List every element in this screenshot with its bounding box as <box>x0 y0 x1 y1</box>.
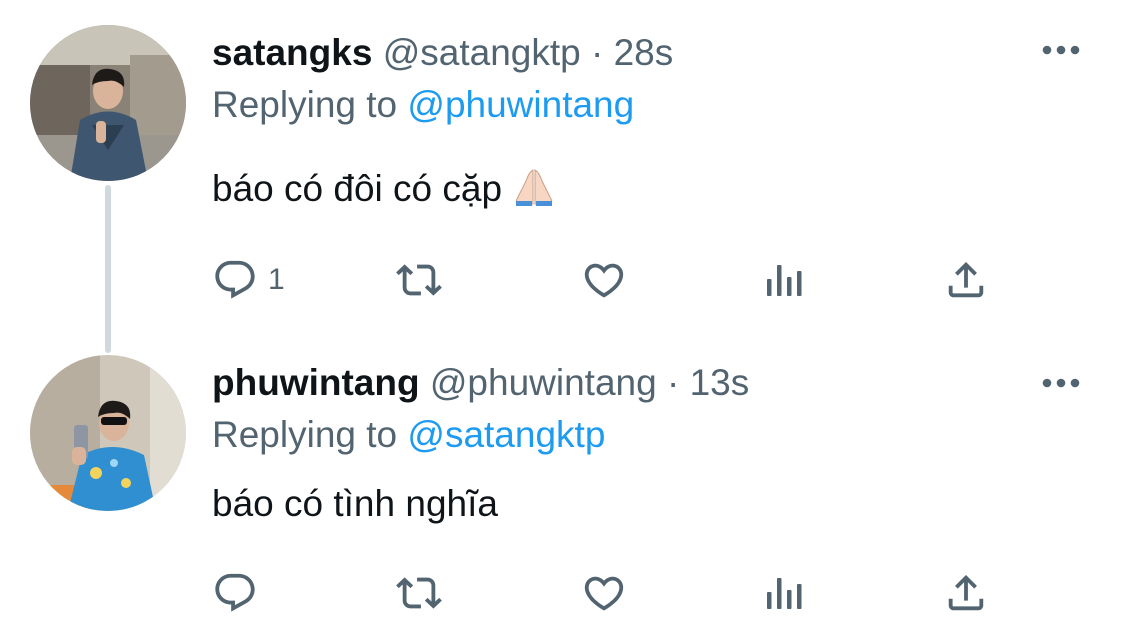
display-name[interactable]: satangks <box>212 32 372 73</box>
replying-to-mention[interactable]: @satangktp <box>407 414 605 455</box>
like-icon <box>584 576 624 611</box>
tweet-text: báo có đôi có cặp <box>212 164 556 220</box>
folded-hands-emoji <box>512 167 556 220</box>
timestamp[interactable]: 13s <box>690 362 750 403</box>
reply-icon <box>215 573 255 612</box>
action-bar <box>0 563 1125 623</box>
tweet-text-content: báo có tình nghĩa <box>212 483 498 524</box>
replying-to-mention[interactable]: @phuwintang <box>407 84 634 125</box>
reply-icon <box>215 260 255 299</box>
display-name[interactable]: phuwintang <box>212 362 420 403</box>
reply-button[interactable]: 1 <box>212 250 285 310</box>
share-icon <box>948 261 984 298</box>
tweet[interactable]: phuwintang @phuwintang · 13s Replying to… <box>0 345 1125 636</box>
like-icon <box>584 263 624 298</box>
avatar[interactable] <box>30 25 186 181</box>
reply-button[interactable] <box>212 563 268 623</box>
share-icon <box>948 574 984 611</box>
tweet[interactable]: satangks @satangktp · 28s Replying to @p… <box>0 0 1125 353</box>
retweet-button[interactable] <box>390 250 448 310</box>
user-handle[interactable]: @satangktp <box>383 32 581 73</box>
avatar[interactable] <box>30 355 186 511</box>
like-button[interactable] <box>580 250 628 310</box>
separator-dot: · <box>591 32 604 73</box>
retweet-icon <box>396 577 442 609</box>
user-handle[interactable]: @phuwintang <box>430 362 657 403</box>
like-button[interactable] <box>580 563 628 623</box>
tweet-text: báo có tình nghĩa <box>212 479 498 529</box>
more-options-icon <box>1042 378 1080 388</box>
share-button[interactable] <box>943 250 989 310</box>
views-button[interactable] <box>765 250 805 310</box>
share-button[interactable] <box>943 563 989 623</box>
views-icon <box>767 578 802 609</box>
tweet-text-content: báo có đôi có cặp <box>212 168 503 209</box>
views-icon <box>767 265 802 296</box>
replying-to: Replying to @satangktp <box>212 410 605 460</box>
separator-dot: · <box>666 362 680 403</box>
reply-count: 1 <box>268 263 285 296</box>
avatar-photo <box>30 355 186 511</box>
tweet-header: phuwintang @phuwintang · 13s <box>212 358 749 408</box>
more-options-button[interactable] <box>1036 30 1086 70</box>
timestamp[interactable]: 28s <box>614 32 674 73</box>
views-button[interactable] <box>765 563 805 623</box>
replying-to-label: Replying to <box>212 414 398 455</box>
replying-to: Replying to @phuwintang <box>212 80 634 130</box>
avatar-photo <box>30 25 186 181</box>
tweet-header: satangks @satangktp · 28s <box>212 28 673 78</box>
retweet-icon <box>396 264 442 296</box>
action-bar: 1 <box>0 250 1125 310</box>
replying-to-label: Replying to <box>212 84 398 125</box>
retweet-button[interactable] <box>390 563 448 623</box>
more-options-icon <box>1042 45 1080 55</box>
more-options-button[interactable] <box>1036 363 1086 403</box>
